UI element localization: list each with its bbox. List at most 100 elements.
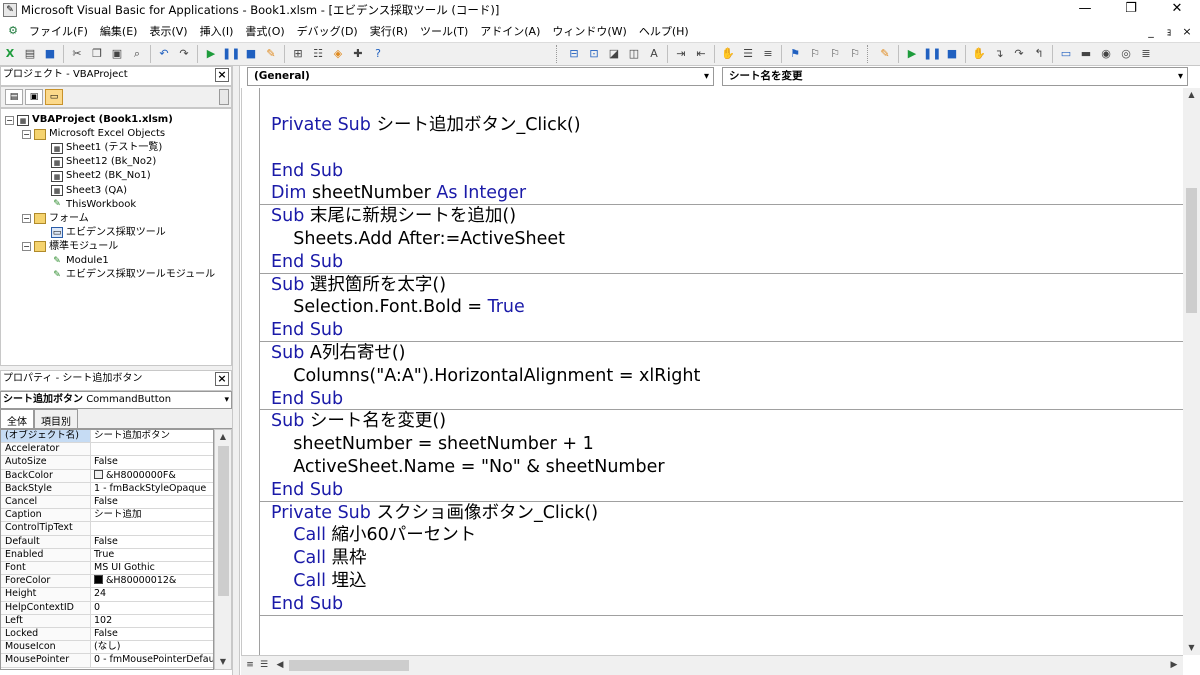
complete-word-icon[interactable]: A bbox=[645, 45, 663, 63]
code-line[interactable]: Sheets.Add After:=ActiveSheet bbox=[271, 228, 565, 250]
project-toolbar-scroll[interactable] bbox=[219, 89, 229, 105]
tree-item[interactable]: − ▦ VBAProject (Book1.xlsm) bbox=[5, 113, 173, 127]
property-value[interactable]: シート追加ボタン bbox=[91, 430, 213, 442]
step-out-icon[interactable]: ↰ bbox=[1030, 45, 1048, 63]
property-row[interactable]: Locked False bbox=[1, 628, 213, 642]
code-line[interactable]: Call 埋込 bbox=[271, 570, 366, 592]
scroll-up-icon[interactable]: ▲ bbox=[1183, 88, 1200, 102]
project-panel-close-button[interactable]: × bbox=[215, 68, 229, 82]
full-module-view-icon[interactable]: ☰ bbox=[257, 658, 271, 672]
property-value[interactable]: False bbox=[91, 496, 213, 508]
object-combo[interactable]: (General) ▾ bbox=[247, 67, 714, 86]
tree-item[interactable]: − フォーム bbox=[22, 212, 89, 226]
find-icon[interactable]: ⌕ bbox=[128, 45, 146, 63]
procedure-view-icon[interactable]: ≡ bbox=[243, 658, 257, 672]
property-row[interactable]: (オブジェクト名) シート追加ボタン bbox=[1, 430, 213, 444]
property-row[interactable]: ForeColor &H80000012& bbox=[1, 575, 213, 589]
code-line[interactable]: Sub A列右寄せ() bbox=[271, 342, 406, 364]
mdi-close-button[interactable]: × bbox=[1178, 25, 1196, 38]
property-value[interactable]: &H80000012& bbox=[91, 575, 213, 587]
code-line[interactable]: Private Sub スクショ画像ボタン_Click() bbox=[271, 502, 598, 524]
view-object-icon[interactable]: ▣ bbox=[25, 89, 43, 105]
view-code-icon[interactable]: ▤ bbox=[5, 89, 23, 105]
code-line[interactable]: Selection.Font.Bold = True bbox=[271, 296, 525, 318]
locals-window-icon[interactable]: ▭ bbox=[1057, 45, 1075, 63]
procedure-combo[interactable]: シート名を変更 ▾ bbox=[722, 67, 1188, 86]
project-explorer-icon[interactable]: ⊞ bbox=[289, 45, 307, 63]
property-value[interactable]: 0 - fmMousePointerDefau bbox=[91, 654, 213, 666]
minimize-button[interactable]: — bbox=[1062, 0, 1108, 20]
toggle-folders-icon[interactable]: ▭ bbox=[45, 89, 63, 105]
next-bookmark-icon[interactable]: ⚐ bbox=[806, 45, 824, 63]
property-row[interactable]: Caption シート追加 bbox=[1, 509, 213, 523]
properties-window-icon[interactable]: ☷ bbox=[309, 45, 327, 63]
property-row[interactable]: MouseIcon (なし) bbox=[1, 641, 213, 655]
code-line[interactable]: Private Sub シート追加ボタン_Click() bbox=[271, 114, 581, 136]
menu-item[interactable]: 編集(E) bbox=[94, 23, 144, 39]
property-row[interactable]: Cancel False bbox=[1, 496, 213, 510]
property-row[interactable]: Enabled True bbox=[1, 548, 213, 562]
property-row[interactable]: Left 102 bbox=[1, 614, 213, 628]
property-row[interactable]: Font MS UI Gothic bbox=[1, 562, 213, 576]
pause-icon[interactable]: ❚❚ bbox=[222, 45, 240, 63]
tree-item[interactable]: ▦ Sheet12 (Bk_No2) bbox=[39, 155, 156, 169]
menu-item[interactable]: デバッグ(D) bbox=[291, 23, 364, 39]
property-value[interactable]: False bbox=[91, 628, 213, 640]
property-value[interactable]: 102 bbox=[91, 615, 213, 627]
chevron-down-icon[interactable]: ▾ bbox=[704, 68, 709, 85]
menu-item[interactable]: 実行(R) bbox=[364, 23, 414, 39]
scroll-down-icon[interactable]: ▼ bbox=[1183, 641, 1200, 655]
code-line[interactable]: End Sub bbox=[271, 388, 343, 410]
debug-breakpoint-icon[interactable]: ✋ bbox=[970, 45, 988, 63]
property-row[interactable]: Accelerator bbox=[1, 443, 213, 457]
code-horizontal-scrollbar[interactable]: ≡ ☰ ◀ ▶ bbox=[241, 655, 1183, 675]
quick-watch-icon[interactable]: ◎ bbox=[1117, 45, 1135, 63]
property-value[interactable]: True bbox=[91, 549, 213, 561]
list-properties-icon[interactable]: ⊟ bbox=[565, 45, 583, 63]
property-row[interactable]: Height 24 bbox=[1, 588, 213, 602]
debug-pause-icon[interactable]: ❚❚ bbox=[923, 45, 941, 63]
menu-item[interactable]: ツール(T) bbox=[414, 23, 474, 39]
property-row[interactable]: ControlTipText bbox=[1, 522, 213, 536]
excel-view-icon[interactable]: ⚙ bbox=[4, 22, 22, 40]
quick-info-icon[interactable]: ◪ bbox=[605, 45, 623, 63]
code-line[interactable]: End Sub bbox=[271, 160, 343, 182]
tree-item[interactable]: ▦ Sheet1 (テスト一覧) bbox=[39, 141, 162, 155]
scroll-up-icon[interactable]: ▲ bbox=[215, 430, 231, 444]
undo-icon[interactable]: ↶ bbox=[155, 45, 173, 63]
step-into-icon[interactable]: ↴ bbox=[990, 45, 1008, 63]
property-row[interactable]: BackStyle 1 - fmBackStyleOpaque bbox=[1, 482, 213, 496]
scroll-down-icon[interactable]: ▼ bbox=[215, 655, 231, 669]
menu-item[interactable]: 書式(O) bbox=[239, 23, 290, 39]
menu-item[interactable]: 表示(V) bbox=[143, 23, 193, 39]
menu-item[interactable]: ファイル(F) bbox=[23, 23, 94, 39]
toolbox-icon[interactable]: ✚ bbox=[349, 45, 367, 63]
property-value[interactable]: False bbox=[91, 456, 213, 468]
code-line[interactable]: End Sub bbox=[271, 251, 343, 273]
code-line[interactable]: End Sub bbox=[271, 479, 343, 501]
mdi-restore-button[interactable]: ｮ bbox=[1160, 23, 1178, 39]
code-line[interactable]: Call 縮小60パーセント bbox=[271, 524, 476, 546]
toggle-bookmark-icon[interactable]: ⚑ bbox=[786, 45, 804, 63]
insert-userform-icon[interactable]: ▤ bbox=[21, 45, 39, 63]
clear-bookmarks-icon[interactable]: ⚐ bbox=[846, 45, 864, 63]
design-mode-icon[interactable]: ✎ bbox=[262, 45, 280, 63]
vba-app-icon[interactable]: ✎ bbox=[3, 3, 17, 17]
close-button[interactable]: ✕ bbox=[1154, 0, 1200, 20]
property-value[interactable]: 0 bbox=[91, 602, 213, 614]
property-value[interactable]: False bbox=[91, 536, 213, 548]
tree-item[interactable]: ▭ エビデンス採取ツール bbox=[39, 226, 166, 240]
property-value[interactable] bbox=[91, 522, 213, 534]
save-icon[interactable]: ■ bbox=[41, 45, 59, 63]
code-line[interactable]: Call 黒枠 bbox=[271, 547, 366, 569]
scrollbar-thumb[interactable] bbox=[289, 660, 409, 671]
menu-item[interactable]: 挿入(I) bbox=[194, 23, 240, 39]
list-constants-icon[interactable]: ⊡ bbox=[585, 45, 603, 63]
view-excel-icon[interactable]: X bbox=[1, 45, 19, 63]
collapse-toggle-icon[interactable]: − bbox=[22, 242, 31, 252]
scrollbar-thumb[interactable] bbox=[1186, 188, 1197, 313]
property-row[interactable]: Default False bbox=[1, 535, 213, 549]
code-line[interactable]: Sub 末尾に新規シートを追加() bbox=[271, 205, 516, 227]
restore-button[interactable]: ❐ bbox=[1108, 0, 1154, 20]
uncomment-block-icon[interactable]: ≡ bbox=[759, 45, 777, 63]
